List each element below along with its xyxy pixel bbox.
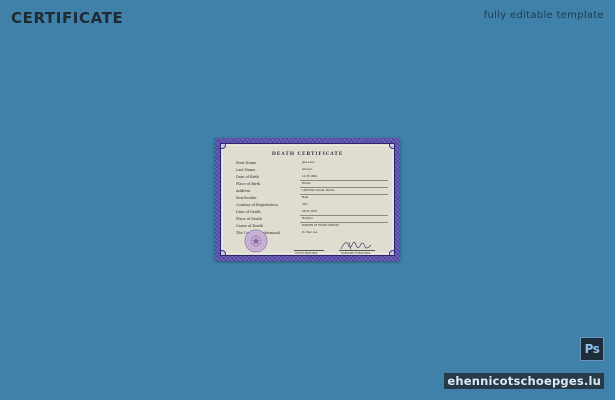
- field-value: BURDEN OF HEART DISEASE: [302, 224, 339, 227]
- corner-ornament-icon: [221, 144, 226, 149]
- field-value: Dr. Paul Lee: [302, 231, 318, 234]
- field-value: Jake Lane: [302, 161, 315, 164]
- field-label: Place of Birth: [236, 182, 261, 186]
- certificate-field-last-name: Last Name Johnson: [236, 167, 386, 174]
- page-title: CERTIFICATE: [11, 9, 124, 27]
- certificate-heading: DEATH CERTIFICATE: [271, 152, 344, 157]
- field-label: Country of Registration: [236, 203, 278, 207]
- official-seal-icon: [244, 229, 268, 253]
- template-tagline: fully editable template: [483, 10, 604, 21]
- field-value: USA: [302, 203, 308, 206]
- corner-ornament-icon: [389, 144, 394, 149]
- watermark-text: ehennicotschoepges.lu: [444, 373, 604, 389]
- field-label: Address: [236, 189, 251, 193]
- certificate-paper: DEATH CERTIFICATE First Name Jake Lane L…: [220, 143, 395, 256]
- corner-ornament-icon: [389, 250, 394, 255]
- field-label: Date of Birth: [236, 175, 260, 179]
- certificate-field-date-of-birth: Date of Birth 12.05.1966: [236, 174, 388, 181]
- signature-caption: SIGNATURE OF REGISTRAR: [341, 251, 371, 255]
- certificate-field-place-of-death: Place of Death Medford: [236, 216, 388, 223]
- photoshop-icon: Ps: [580, 337, 604, 361]
- certificate-field-first-name: First Name Jake Lane: [236, 160, 386, 167]
- certificate-field-place-of-birth: Place of Birth Boston: [236, 181, 388, 188]
- certificate-preview: DEATH CERTIFICATE First Name Jake Lane L…: [215, 138, 400, 261]
- field-label: First Name: [236, 161, 257, 165]
- certificate-field-country: Country of Registration USA: [236, 202, 386, 209]
- field-value: Johnson: [302, 168, 313, 171]
- registrar-caption: COUNTY REGISTRAR: [295, 251, 318, 255]
- corner-ornament-icon: [221, 250, 226, 255]
- certificate-field-sex: Sex/Gender Male: [236, 195, 386, 202]
- field-label: Last Name: [236, 168, 256, 172]
- certificate-field-date-of-death: Date of Death 08.07.2019: [236, 209, 388, 216]
- certificate-field-list: First Name Jake Lane Last Name Johnson D…: [236, 160, 388, 237]
- field-label: Date of Death: [236, 210, 261, 214]
- field-value: Male: [302, 196, 309, 199]
- certificate-field-address: Address 1200 Main Street, Boston: [236, 188, 388, 195]
- field-label: Place of Death: [236, 217, 262, 221]
- field-label: Sex/Gender: [236, 196, 257, 200]
